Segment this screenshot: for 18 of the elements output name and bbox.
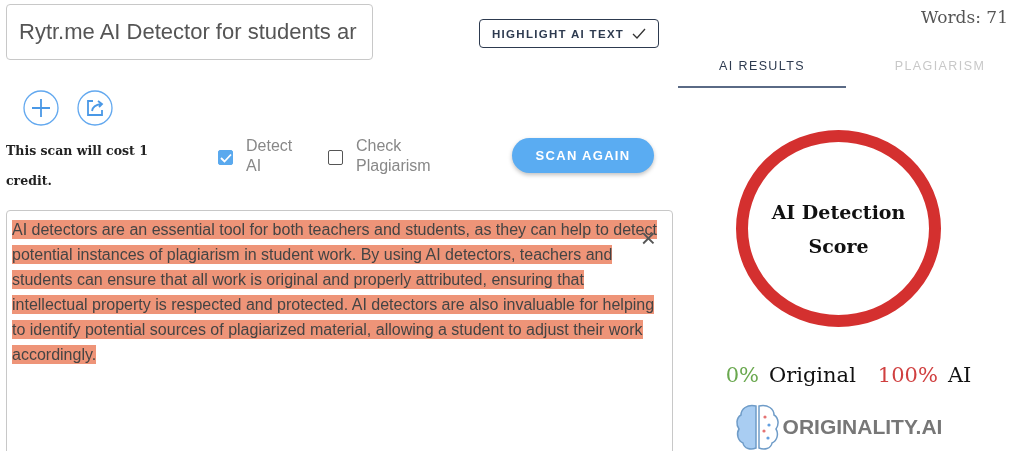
original-label: Original xyxy=(768,363,856,387)
add-icon[interactable] xyxy=(23,90,59,126)
highlight-ai-text-button[interactable]: HIGHLIGHT AI TEXT xyxy=(479,19,660,48)
ai-label: AI xyxy=(947,363,972,387)
text-editor[interactable] xyxy=(6,210,673,451)
word-count: Words: 71 xyxy=(920,7,1008,27)
score-title: AI Detection Score xyxy=(770,199,907,259)
logo-text: ORIGINALITY.AI xyxy=(782,415,943,439)
tab[interactable]: AI RESULTS xyxy=(678,49,846,88)
share-icon[interactable] xyxy=(77,90,113,126)
checkbox[interactable] xyxy=(328,150,343,165)
checkbox-label: Check Plagiarism xyxy=(356,136,432,176)
checkbox[interactable] xyxy=(218,150,233,165)
original-percent: 0% xyxy=(725,363,759,387)
scan-cost-note: This scan will cost 1 credit. xyxy=(6,142,149,190)
checkbox-label: Detect AI xyxy=(246,136,294,176)
title-field[interactable]: Rytr.me AI Detector for students ar xyxy=(6,4,373,60)
ai-percent: 100% xyxy=(877,363,938,387)
